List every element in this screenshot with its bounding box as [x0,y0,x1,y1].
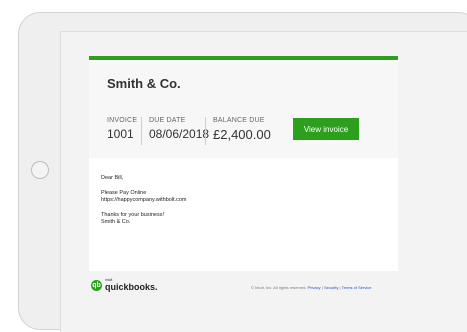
invoice-number: 1001 [107,127,134,141]
invoice-field: INVOICE 1001 [107,117,137,141]
due-date-field: DUE DATE 08/06/2018 [141,117,209,145]
quickbooks-logo-icon: qb [91,279,102,291]
message-body: Dear Bill, Please Pay Online https://hap… [89,158,398,271]
tablet-frame: Smith & Co. INVOICE 1001 DUE DATE 08/06/… [18,12,467,332]
separator: | [339,285,341,290]
invoice-label: INVOICE [107,117,138,124]
balance-due-value: £2,400.00 [213,127,271,142]
due-date-label: DUE DATE [149,117,186,124]
separator: | [321,285,323,290]
privacy-link[interactable]: Privacy [308,285,321,290]
tablet-screen: Smith & Co. INVOICE 1001 DUE DATE 08/06/… [60,31,467,332]
balance-due-label: BALANCE DUE [213,117,265,124]
copyright-text: © Intuit, Inc. All rights reserved. [251,285,307,290]
signature-text: Smith & Co. [101,219,131,225]
company-name: Smith & Co. [107,76,181,91]
home-button-icon[interactable] [31,161,49,179]
pay-online-text: Please Pay Online [101,190,147,196]
quickbooks-text: quickbooks. [105,281,158,292]
thanks-text: Thanks for your business! [101,212,164,218]
view-invoice-button[interactable]: View invoice [293,118,359,140]
footer-links: © Intuit, Inc. All rights reserved. Priv… [251,285,371,290]
greeting-text: Dear Bill, [101,175,124,181]
due-date-value: 08/06/2018 [149,127,210,141]
payment-link[interactable]: https://happycompany.withbolt.com [101,197,187,204]
quickbooks-logo: qb intuit quickbooks. [91,278,158,292]
balance-due-field: BALANCE DUE £2,400.00 [205,117,271,145]
security-link[interactable]: Security [324,285,338,290]
terms-link[interactable]: Terms of Service [342,285,372,290]
invoice-card: Smith & Co. INVOICE 1001 DUE DATE 08/06/… [89,56,398,158]
